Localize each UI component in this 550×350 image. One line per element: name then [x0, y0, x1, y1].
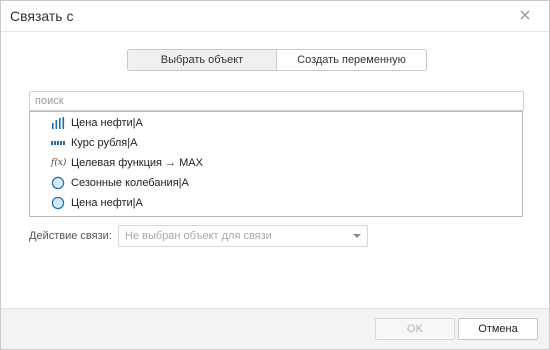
- search-input[interactable]: [29, 91, 524, 111]
- list-item[interactable]: Цена нефти|A: [30, 113, 522, 133]
- list-item-label: Целевая функция → MAX: [71, 157, 203, 169]
- link-action-label: Действие связи:: [29, 230, 112, 242]
- link-action-select[interactable]: Не выбран объект для связи: [118, 225, 368, 247]
- list-item[interactable]: f(x) Целевая функция → MAX: [30, 153, 522, 173]
- function-icon: f(x): [51, 158, 67, 168]
- mode-toggle: Выбрать объект Создать переменную: [127, 49, 427, 71]
- link-action-value: Не выбран объект для связи: [125, 230, 272, 242]
- dialog-footer: OK Отмена: [1, 308, 549, 349]
- select-object-tab[interactable]: Выбрать объект: [128, 50, 277, 70]
- ok-button[interactable]: OK: [375, 318, 455, 340]
- dotted-line-icon: [51, 136, 65, 150]
- list-item-label: Курс рубля|A: [71, 137, 138, 149]
- title-bar: Связать с: [1, 1, 549, 31]
- close-icon[interactable]: [519, 9, 531, 21]
- circle-icon: [51, 196, 65, 210]
- create-variable-tab[interactable]: Создать переменную: [277, 50, 426, 70]
- list-item[interactable]: Сезонные колебания|A: [30, 173, 522, 193]
- list-item[interactable]: Курс рубля|A: [30, 133, 522, 153]
- list-item-label: Сезонные колебания|A: [71, 177, 189, 189]
- list-item[interactable]: Цена нефти|A: [30, 193, 522, 213]
- list-item-label: Цена нефти|A: [71, 117, 143, 129]
- object-list: Цена нефти|A Курс рубля|A f(x) Целевая ф…: [29, 111, 523, 217]
- list-item-label: Цена нефти|A: [71, 197, 143, 209]
- link-dialog: Связать с Выбрать объект Создать перемен…: [0, 0, 550, 350]
- bar-chart-icon: [51, 116, 65, 130]
- circle-icon: [51, 176, 65, 190]
- chevron-down-icon: [353, 234, 361, 238]
- cancel-button[interactable]: Отмена: [458, 318, 538, 340]
- title-divider: [1, 31, 549, 32]
- dialog-title: Связать с: [10, 8, 74, 24]
